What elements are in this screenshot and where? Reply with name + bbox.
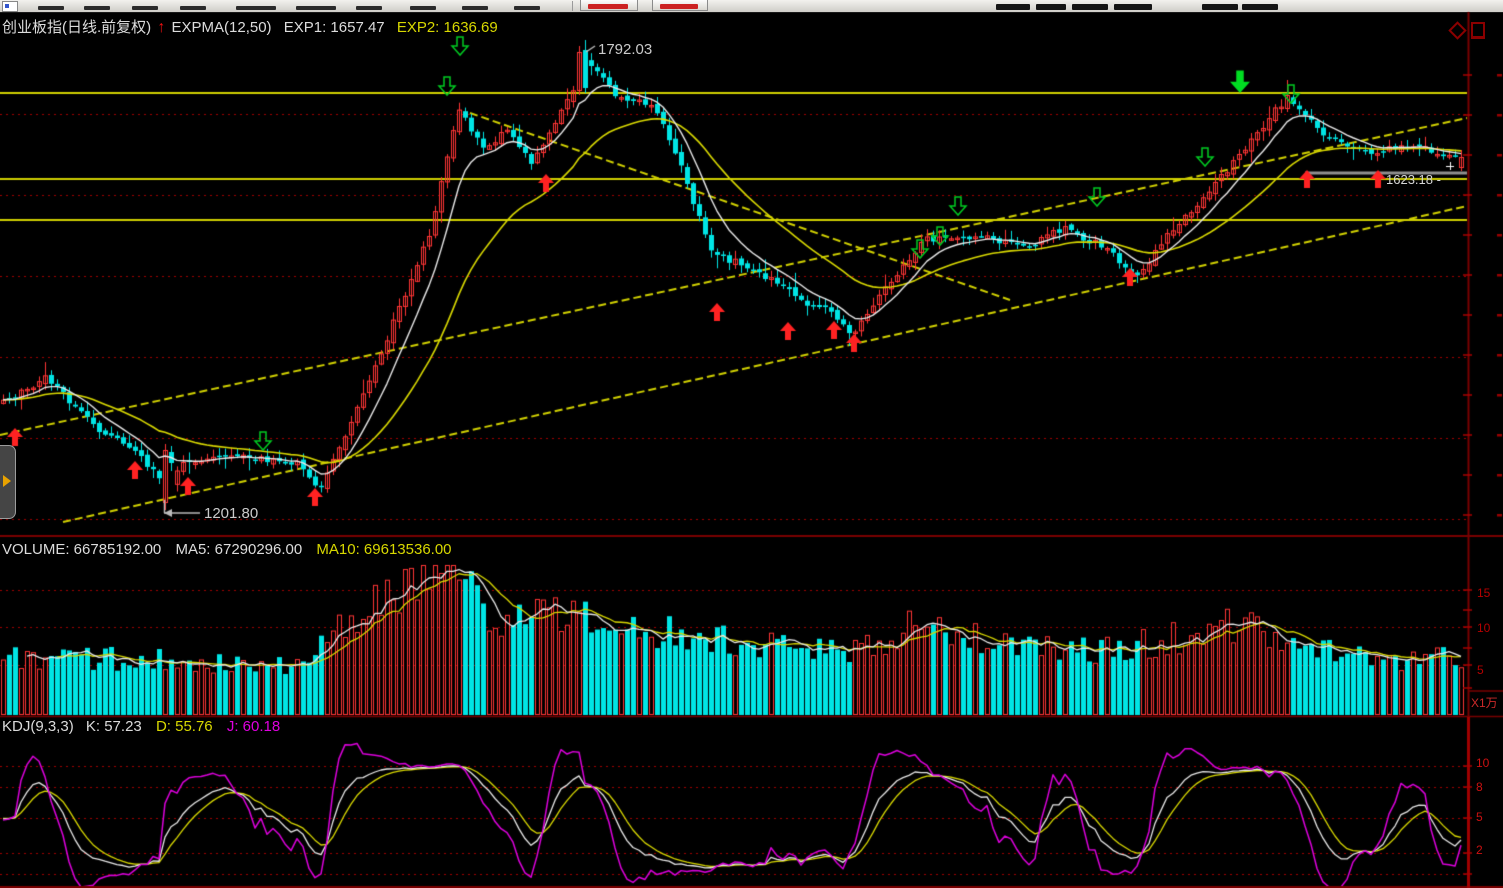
volume-unit-label: X1万 bbox=[1471, 694, 1498, 711]
kdj-k-value: K: 57.23 bbox=[78, 718, 142, 735]
symbol-title: 创业板指(日线.前复权) bbox=[2, 19, 151, 36]
exp1-value: EXP1: 1657.47 bbox=[276, 19, 385, 36]
low-price-annotation: 1201.80 bbox=[204, 505, 258, 522]
indicator-name: EXPMA(12,50) bbox=[172, 19, 272, 36]
kdj-indicator-name: KDJ(9,3,3) bbox=[2, 718, 74, 735]
trading-app-window: 创业板指(日线.前复权) ↑ EXPMA(12,50) EXP1: 1657.4… bbox=[0, 0, 1503, 888]
main-chart-title-row: 创业板指(日线.前复权) ↑ EXPMA(12,50) EXP1: 1657.4… bbox=[2, 16, 498, 37]
chart-corner-controls bbox=[1451, 22, 1485, 39]
expand-arrow-icon bbox=[3, 475, 11, 487]
up-trend-icon: ↑ bbox=[155, 19, 167, 36]
high-price-annotation: 1792.03 bbox=[598, 41, 652, 58]
volume-ma5-value: MA5: 67290296.00 bbox=[165, 541, 302, 558]
diamond-icon[interactable] bbox=[1448, 21, 1466, 39]
axis-label: 8 bbox=[1476, 781, 1483, 793]
chart-canvas[interactable] bbox=[0, 0, 1503, 888]
axis-label: 10 bbox=[1477, 622, 1490, 634]
kdj-d-value: D: 55.76 bbox=[146, 718, 213, 735]
kdj-j-value: J: 60.18 bbox=[217, 718, 280, 735]
last-price-label: 1623.18 - bbox=[1386, 172, 1441, 187]
axis-label: 2 bbox=[1476, 844, 1483, 856]
volume-ma10-value: MA10: 69613536.00 bbox=[306, 541, 451, 558]
axis-label: 15 bbox=[1477, 587, 1490, 599]
sidebar-expander-tab[interactable] bbox=[0, 445, 16, 519]
window-icon[interactable] bbox=[1471, 22, 1485, 39]
volume-title-row: VOLUME: 66785192.00 MA5: 67290296.00 MA1… bbox=[2, 541, 452, 558]
axis-label: 5 bbox=[1476, 811, 1483, 823]
kdj-title-row: KDJ(9,3,3) K: 57.23 D: 55.76 J: 60.18 bbox=[2, 718, 280, 735]
volume-value: VOLUME: 66785192.00 bbox=[2, 541, 161, 558]
axis-label: 10 bbox=[1476, 757, 1489, 769]
axis-label: 5 bbox=[1477, 664, 1484, 676]
exp2-value: EXP2: 1636.69 bbox=[389, 19, 498, 36]
